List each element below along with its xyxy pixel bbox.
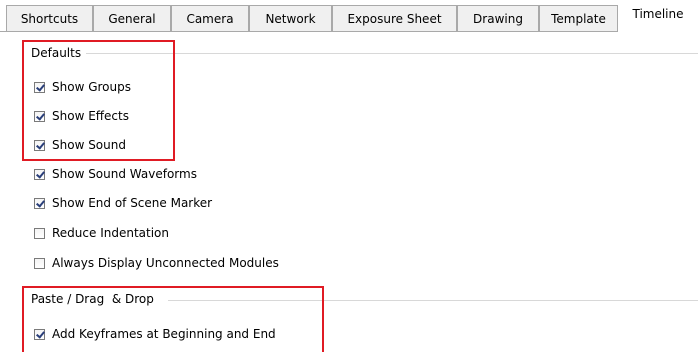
tab-shortcuts[interactable]: Shortcuts <box>6 5 93 31</box>
tab-template[interactable]: Template <box>539 5 618 31</box>
tab-general[interactable]: General <box>93 5 171 31</box>
tab-network[interactable]: Network <box>249 5 332 31</box>
tab-exposure-sheet[interactable]: Exposure Sheet <box>332 5 457 31</box>
preferences-tab-strip: Shortcuts General Camera Network Exposur… <box>0 0 698 32</box>
checkbox-show-end-of-scene-marker[interactable]: Show End of Scene Marker <box>34 194 212 212</box>
highlight-box-defaults <box>22 40 175 161</box>
defaults-group-separator <box>86 53 698 54</box>
highlight-box-paste <box>22 286 324 352</box>
tab-camera[interactable]: Camera <box>171 5 249 31</box>
checkbox-box[interactable] <box>34 257 45 269</box>
checkbox-label: Show End of Scene Marker <box>52 196 213 210</box>
checkbox-label: Reduce Indentation <box>52 226 169 240</box>
checkbox-box[interactable] <box>34 168 45 180</box>
checkbox-box[interactable] <box>34 197 45 209</box>
checkbox-show-sound-waveforms[interactable]: Show Sound Waveforms <box>34 165 197 183</box>
checkbox-always-display-unconnected-modules[interactable]: Always Display Unconnected Modules <box>34 254 279 272</box>
tab-timeline[interactable]: Timeline <box>618 0 698 32</box>
checkbox-label: Always Display Unconnected Modules <box>52 256 279 270</box>
checkbox-box[interactable] <box>34 227 45 239</box>
checkbox-label: Show Sound Waveforms <box>52 167 197 181</box>
tab-drawing[interactable]: Drawing <box>457 5 539 31</box>
checkbox-reduce-indentation[interactable]: Reduce Indentation <box>34 224 169 242</box>
tab-strip-border <box>0 31 618 32</box>
